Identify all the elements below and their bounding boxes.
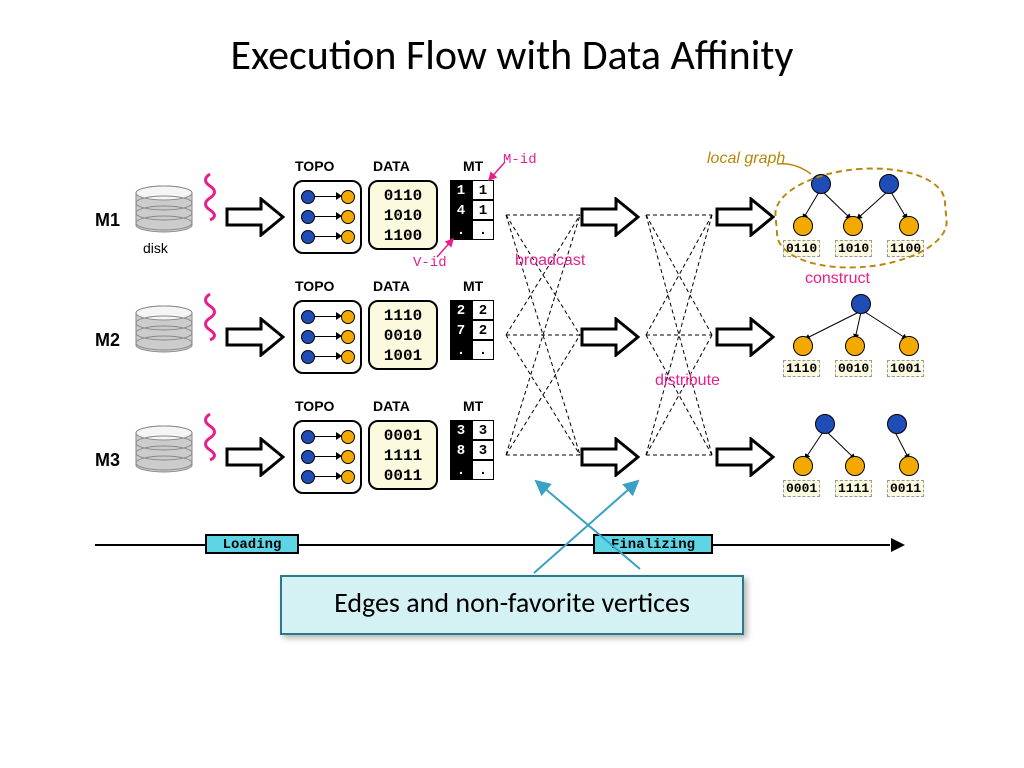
arrow-icon [715, 317, 775, 357]
data-box: 000111110011 [368, 420, 438, 490]
mt-table: 22 72 .. [450, 300, 500, 366]
diagram-stage: M1 disk TOPO DATA 011010101100 MT 11 41 … [95, 180, 935, 580]
wiggle-icon [199, 172, 221, 222]
data-box: 111000101001 [368, 300, 438, 370]
arrow-icon [715, 197, 775, 237]
data-box: 011010101100 [368, 180, 438, 250]
broadcast-label: broadcast [515, 252, 585, 270]
topo-label: TOPO [295, 398, 334, 414]
topo-box [293, 300, 362, 374]
timeline: Loading Finalizing [95, 530, 905, 560]
phase-loading: Loading [205, 534, 299, 554]
arrow-icon [225, 317, 285, 357]
arrow-icon [225, 437, 285, 477]
topo-box [293, 420, 362, 494]
local-graph: 111000101001 [787, 294, 947, 384]
wiggle-icon [199, 412, 221, 462]
arrow-icon [715, 437, 775, 477]
arrow-icon [580, 197, 640, 237]
topo-label: TOPO [295, 158, 334, 174]
disk-label: disk [143, 240, 168, 256]
row-m3: M3 TOPO DATA 000111110011 MT 33 83 .. 00… [95, 420, 935, 520]
callout-arrow-icon [530, 477, 650, 577]
disk-icon [133, 305, 195, 360]
row-m2: M2 TOPO DATA 111000101001 MT 22 72 .. 11… [95, 300, 935, 400]
topo-label: TOPO [295, 278, 334, 294]
distribute-label: distribute [655, 372, 720, 390]
data-label: DATA [373, 158, 410, 174]
callout-box: Edges and non-favorite vertices [280, 575, 744, 635]
construct-label: construct [805, 270, 870, 288]
localgraph-label: local graph [707, 150, 785, 168]
slide-title: Execution Flow with Data Affinity [0, 0, 1024, 81]
arrow-icon [225, 197, 285, 237]
arrow-icon [580, 317, 640, 357]
data-label: DATA [373, 398, 410, 414]
local-graph: 000111110011 [787, 414, 947, 504]
machine-label: M1 [95, 210, 120, 231]
mt-label: MT [463, 158, 483, 174]
mt-table: 33 83 .. [450, 420, 500, 486]
disk-icon [133, 185, 195, 240]
machine-label: M2 [95, 330, 120, 351]
mt-label: MT [463, 398, 483, 414]
local-graph: 011010101100 [787, 174, 947, 264]
wiggle-icon [199, 292, 221, 342]
disk-icon [133, 425, 195, 480]
mt-label: MT [463, 278, 483, 294]
topo-box [293, 180, 362, 254]
arrow-icon [580, 437, 640, 477]
data-label: DATA [373, 278, 410, 294]
machine-label: M3 [95, 450, 120, 471]
